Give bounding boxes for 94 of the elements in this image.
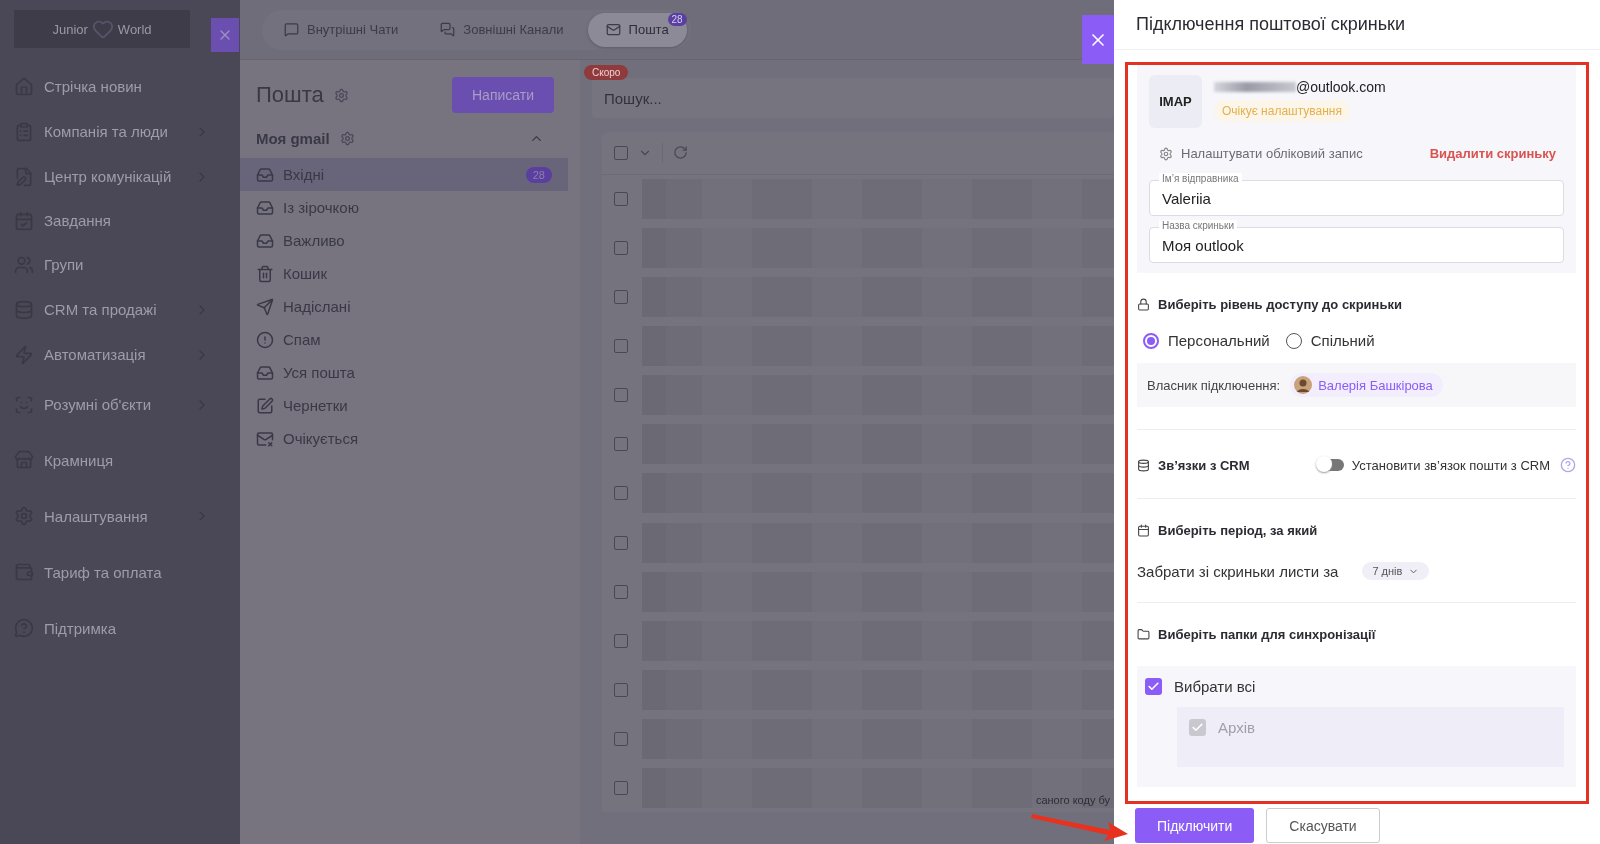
radio-option[interactable]: Персональний [1143, 332, 1270, 349]
checkbox[interactable] [614, 145, 628, 160]
chats-icon [440, 22, 456, 37]
sidebar-item[interactable]: Тариф та оплата [14, 544, 240, 600]
cancel-button[interactable]: Скасувати [1266, 808, 1380, 843]
folder-item[interactable]: Кошик [240, 257, 568, 290]
status-badge: Очікує налаштування [1214, 100, 1350, 122]
checkbox[interactable] [614, 388, 628, 403]
checkbox[interactable] [614, 535, 628, 550]
footer-text: саного коду бу [1035, 794, 1110, 806]
email-address: @outlook.com [1214, 79, 1386, 95]
delete-link[interactable]: Видалити скриньку [1429, 146, 1556, 161]
section-heading: Виберіть папки для синхронізації [1158, 627, 1376, 642]
section-heading: Зв’язки з CRM [1158, 457, 1250, 473]
sidebar-item[interactable]: Компанія та люди [14, 109, 240, 154]
checkbox-option: Архів [1189, 719, 1552, 736]
search-field[interactable]: Пошук... [592, 78, 1114, 118]
settings-icon[interactable] [333, 87, 349, 103]
avatar-icon [1294, 376, 1313, 394]
count-badge: 28 [525, 166, 552, 183]
radio-option[interactable]: Спільний [1285, 332, 1375, 349]
checkbox[interactable] [614, 437, 628, 452]
checkbox[interactable] [614, 339, 628, 354]
logo: Junior World [14, 10, 190, 48]
field-label: Ім’я відправника [1159, 173, 1242, 185]
sidebar-item[interactable]: Стрічка новин [14, 64, 240, 109]
sidebar-item[interactable]: Автоматизація [14, 332, 240, 377]
checkbox[interactable] [614, 682, 628, 697]
protocol-badge: IMAP [1149, 75, 1202, 128]
lock-icon [1137, 298, 1150, 311]
folder-item[interactable]: Очікується [240, 422, 568, 455]
sidebar-item[interactable]: Підтримка [14, 600, 240, 656]
sidebar-item[interactable]: Крамниця [14, 432, 240, 488]
sidebar-item[interactable]: Розумні об'єкти [14, 377, 240, 432]
help-icon[interactable] [1560, 457, 1576, 473]
folder-item[interactable]: Із зірочкою [240, 191, 568, 224]
checkbox[interactable] [614, 731, 628, 746]
sidebar-item[interactable]: Завдання [14, 199, 240, 242]
toggle-switch[interactable] [1317, 459, 1344, 471]
soon-badge: Скоро [584, 65, 629, 80]
account-name: Моя gmail [256, 129, 330, 147]
refresh-icon[interactable] [673, 145, 688, 161]
checkbox[interactable] [614, 241, 628, 256]
settings-icon[interactable] [339, 130, 355, 146]
check-icon [1147, 680, 1160, 693]
inbox-icon [256, 198, 274, 217]
compose-button[interactable]: Написати [452, 77, 554, 113]
folder-icon [1137, 628, 1150, 641]
section-heading: Виберіть період, за який [1158, 523, 1318, 538]
owner-label: Власник підключення: [1147, 377, 1281, 393]
folder-item[interactable]: Чернетки [240, 389, 568, 422]
sidebar-item[interactable]: CRM та продажі [14, 287, 240, 332]
folder-item[interactable]: Надіслані [240, 290, 568, 323]
page-title: Пошта [256, 82, 324, 108]
folder-item[interactable]: Важливо [240, 224, 568, 257]
checkbox[interactable] [614, 486, 628, 501]
connect-button[interactable]: Підключити [1135, 808, 1255, 843]
edit-icon [256, 396, 274, 415]
checkbox[interactable] [614, 633, 628, 648]
checkbox[interactable] [614, 584, 628, 599]
calendar-icon [1137, 524, 1150, 537]
count-badge: 28 [667, 12, 687, 26]
check-icon [1191, 721, 1204, 734]
folder-item[interactable]: Уся пошта [240, 356, 568, 389]
sidebar-item[interactable]: Центр комунікацій [14, 154, 240, 199]
send-icon [256, 297, 274, 316]
chat-icon [284, 22, 299, 37]
sidebar-item[interactable]: Налаштування [14, 488, 240, 544]
configure-link[interactable]: Налаштувати обліковий запис [1159, 146, 1363, 161]
close-button[interactable] [211, 18, 239, 52]
section-heading: Виберіть рівень доступу до скриньки [1158, 297, 1402, 312]
checkbox[interactable] [614, 780, 628, 795]
trash-icon [256, 264, 274, 283]
checkbox[interactable] [614, 290, 628, 305]
folder-item[interactable]: Спам [240, 323, 568, 356]
sidebar-item[interactable]: Групи [14, 242, 240, 287]
mail-icon [256, 429, 274, 448]
toggle-label: Установити зв’язок пошти з CRM [1351, 457, 1550, 473]
tab[interactable]: Пошта 28 [587, 12, 687, 47]
database-icon [1137, 458, 1150, 472]
inbox-icon [256, 231, 274, 250]
period-label: Забрати зі скриньки листи за [1137, 562, 1339, 580]
alert-icon [256, 330, 274, 349]
mail-icon [605, 22, 621, 37]
checkbox[interactable] [614, 192, 628, 207]
inbox-icon [256, 363, 274, 382]
gear-icon [1159, 146, 1173, 161]
period-select[interactable]: 7 днів [1362, 562, 1430, 580]
inbox-icon [256, 165, 274, 184]
field-label: Назва скриньки [1159, 220, 1237, 232]
drawer-title: Підключення поштової скриньки [1114, 0, 1600, 50]
checkbox-option[interactable]: Вибрати всі [1145, 678, 1564, 695]
close-button[interactable] [1082, 15, 1114, 64]
user-chip[interactable]: Валерія Башкірова [1290, 373, 1443, 397]
